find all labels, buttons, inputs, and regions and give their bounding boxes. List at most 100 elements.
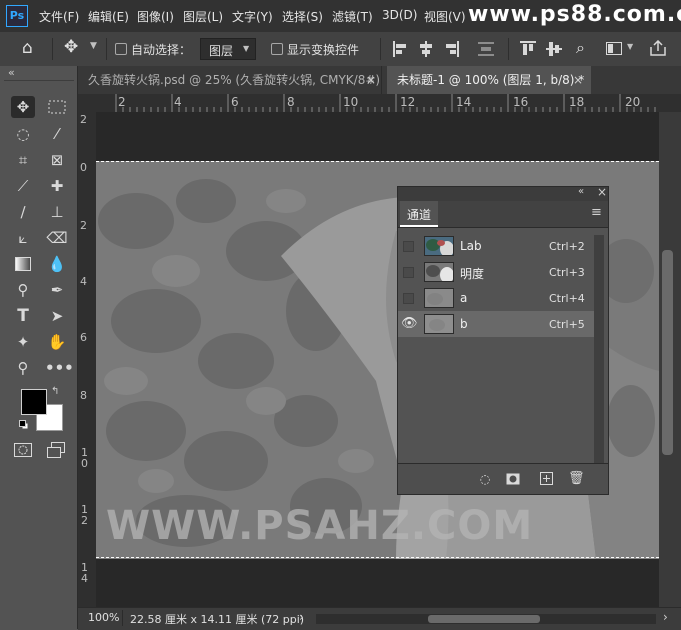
eye-icon[interactable]: 👁 xyxy=(401,316,418,331)
pen-tool-icon[interactable]: ✒ xyxy=(45,279,69,301)
healing-brush-tool-icon[interactable]: ✚ xyxy=(45,175,69,197)
more-tools-icon[interactable]: ••• xyxy=(45,357,74,379)
move-tool-icon[interactable]: ✥ xyxy=(11,96,35,118)
magic-wand-tool-icon[interactable]: ⁄ xyxy=(45,123,69,145)
ruler-label: 2 xyxy=(80,113,87,126)
panel-tab-strip: 通道 ≡ xyxy=(398,201,608,228)
close-icon[interactable]: × xyxy=(573,66,583,94)
eyedropper-tool-icon[interactable]: ⟋ xyxy=(11,175,35,197)
show-transform-checkbox[interactable] xyxy=(271,43,283,55)
scroll-right-icon[interactable]: › xyxy=(663,610,668,624)
menu-filter[interactable]: 滤镜(T) xyxy=(332,8,373,25)
tab-channels[interactable]: 通道 xyxy=(400,201,438,227)
channel-row-b[interactable]: 👁 b Ctrl+5 xyxy=(398,311,594,337)
eraser-tool-icon[interactable]: ⌫ xyxy=(45,227,69,249)
swap-colors-icon[interactable]: ↰ xyxy=(51,386,59,397)
close-icon[interactable]: × xyxy=(597,185,607,199)
channel-row-lab[interactable]: Lab Ctrl+2 xyxy=(398,233,594,259)
marquee-tool-icon[interactable] xyxy=(45,96,69,118)
channel-shortcut: Ctrl+3 xyxy=(549,266,585,279)
move-tool-icon[interactable]: ✥ xyxy=(64,37,78,57)
history-brush-tool-icon[interactable]: ⟀ xyxy=(11,227,35,249)
default-colors-icon[interactable] xyxy=(19,420,29,430)
type-tool-icon[interactable]: T xyxy=(11,305,35,327)
workspace-icon[interactable] xyxy=(606,42,622,55)
ruler-label: 6 xyxy=(231,95,239,109)
menu-edit[interactable]: 编辑(E) xyxy=(88,8,129,25)
align-left-icon[interactable] xyxy=(393,41,407,57)
vertical-scroll-thumb[interactable] xyxy=(662,250,673,455)
channel-thumbnail xyxy=(424,314,454,334)
tools-panel: « ✥ ◌ ⁄ ⌗ ⊠ ⟋ ✚ ∕ ⊥ ⟀ ⌫ 💧 ⚲ ✒ T ➤ ✦ ✋ ⚲ … xyxy=(0,66,78,629)
visibility-toggle[interactable] xyxy=(403,267,414,278)
visibility-toggle[interactable] xyxy=(403,293,414,304)
options-bar: ⌂ ✥ ▼ 自动选择： 图层 ▼ 显示变换控件 ⌕ ▼ xyxy=(0,32,681,67)
collapse-panel-icon[interactable]: « xyxy=(578,186,584,197)
path-selection-tool-icon[interactable]: ➤ xyxy=(45,305,69,327)
channel-thumbnail xyxy=(424,288,454,308)
chevron-down-icon[interactable]: ▼ xyxy=(627,42,633,51)
load-selection-icon[interactable]: ◌ xyxy=(478,472,492,486)
menu-layer[interactable]: 图层(L) xyxy=(183,8,223,25)
zoom-level[interactable]: 100% xyxy=(88,611,119,624)
chevron-down-icon[interactable]: ▼ xyxy=(90,41,97,51)
tab-document-1[interactable]: 久香旋转火锅.psd @ 25% (久香旋转火锅, CMYK/8#) × xyxy=(78,66,382,94)
brush-tool-icon[interactable]: ∕ xyxy=(11,201,35,223)
search-icon[interactable]: ⌕ xyxy=(576,38,585,58)
dodge-tool-icon[interactable]: ⚲ xyxy=(11,279,35,301)
auto-select-checkbox[interactable] xyxy=(115,43,127,55)
horizontal-scroll-thumb[interactable] xyxy=(428,615,540,623)
panel-title-bar[interactable]: « × xyxy=(398,185,608,201)
panel-scrollbar[interactable] xyxy=(594,235,604,465)
tab-document-2[interactable]: 未标题-1 @ 100% (图层 1, b/8) * × xyxy=(387,66,591,94)
ruler-label: 1 2 xyxy=(81,503,88,527)
panel-menu-icon[interactable]: ≡ xyxy=(591,205,602,220)
save-selection-icon[interactable] xyxy=(506,473,520,485)
hand-tool-icon[interactable]: ✋ xyxy=(45,331,69,353)
align-center-icon[interactable] xyxy=(419,41,433,57)
menu-image[interactable]: 图像(I) xyxy=(137,8,174,25)
menu-file[interactable]: 文件(F) xyxy=(39,8,79,25)
menu-type[interactable]: 文字(Y) xyxy=(232,8,273,25)
stamp-tool-icon[interactable]: ⊥ xyxy=(45,201,69,223)
lasso-tool-icon[interactable]: ◌ xyxy=(11,123,35,145)
selection-marquee-top xyxy=(96,161,659,162)
crop-tool-icon[interactable]: ⌗ xyxy=(11,149,35,171)
home-icon[interactable]: ⌂ xyxy=(22,38,33,58)
frame-tool-icon[interactable]: ⊠ xyxy=(45,149,69,171)
gradient-tool-icon[interactable] xyxy=(11,253,35,275)
menu-select[interactable]: 选择(S) xyxy=(282,8,323,25)
tab-channels-label: 通道 xyxy=(407,208,432,222)
share-icon[interactable] xyxy=(650,40,666,56)
auto-select-value: 图层 xyxy=(209,44,234,58)
auto-select-dropdown[interactable]: 图层 ▼ xyxy=(200,38,256,60)
ruler-label: 18 xyxy=(569,95,585,109)
align-top-icon[interactable] xyxy=(520,41,536,55)
visibility-toggle[interactable] xyxy=(403,241,414,252)
status-bar: 100% 22.58 厘米 x 14.11 厘米 (72 ppi) › › xyxy=(78,607,681,630)
channel-row-lightness[interactable]: 明度 Ctrl+3 xyxy=(398,259,594,285)
new-channel-icon[interactable] xyxy=(540,472,553,485)
divider xyxy=(106,38,107,60)
align-middle-icon[interactable] xyxy=(546,41,562,57)
shape-tool-icon[interactable]: ✦ xyxy=(11,331,35,353)
close-icon[interactable]: × xyxy=(366,66,376,94)
ruler-label: 1 0 xyxy=(81,446,88,470)
canvas-watermark: WWW.PSAHZ.COM xyxy=(106,503,534,549)
menu-3d[interactable]: 3D(D) xyxy=(382,8,417,22)
align-right-icon[interactable] xyxy=(445,41,459,57)
foreground-color-swatch[interactable] xyxy=(21,389,47,415)
panel-footer: ◌ 🗑 xyxy=(398,463,608,494)
collapse-toolbar-icon[interactable]: « xyxy=(8,66,15,79)
quick-mask-icon[interactable] xyxy=(14,443,32,457)
blur-tool-icon[interactable]: 💧 xyxy=(45,253,69,275)
delete-icon[interactable]: 🗑 xyxy=(568,472,585,486)
ruler-label: 16 xyxy=(513,95,529,109)
status-menu-icon[interactable]: › xyxy=(299,610,304,624)
distribute-icon[interactable] xyxy=(478,42,494,56)
menu-view[interactable]: 视图(V) xyxy=(424,8,466,25)
zoom-tool-icon[interactable]: ⚲ xyxy=(11,357,35,379)
ruler-label: 8 xyxy=(287,95,295,109)
channel-row-a[interactable]: a Ctrl+4 xyxy=(398,285,594,311)
screen-mode-icon[interactable] xyxy=(47,442,65,458)
